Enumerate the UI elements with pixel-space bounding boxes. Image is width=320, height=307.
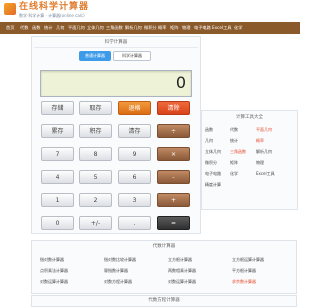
tools-sidebar: 计算工具大全 函数 代数 平面几何 几何 统计 概率 立体几何 三角函数 解析几…	[201, 110, 298, 210]
tab-scientific-calculator[interactable]: 科学计算器	[113, 51, 151, 61]
equals-button[interactable]: =	[157, 216, 190, 230]
digit-2-button[interactable]: 2	[79, 193, 112, 207]
sidebar-link[interactable]: Excel工具	[256, 171, 275, 176]
decimal-point-button[interactable]: .	[118, 216, 151, 230]
digit-7-button[interactable]: 7	[41, 147, 74, 161]
digit-0-button[interactable]: 0	[41, 216, 74, 230]
box-title: 代数方程计算器	[148, 298, 180, 303]
panel-title: 科学计算器	[104, 40, 128, 45]
display-value: 0	[175, 73, 186, 92]
calculator-panel: 科学计算器 普通计算器 科学计算器 0 存储 取存 退格 清除 累存 积存 清存…	[31, 36, 201, 234]
box-title: 代数计算器	[152, 244, 176, 249]
nav-item[interactable]: Excel工具	[212, 22, 231, 34]
nav-item[interactable]: 矩阵	[170, 22, 178, 34]
memory-add-button[interactable]: 累存	[41, 124, 74, 138]
nav-item[interactable]: 微积分	[144, 22, 157, 34]
sidebar-link[interactable]: 立体几何	[205, 149, 221, 154]
calculator-link[interactable]: 幂指数计算器	[104, 268, 128, 273]
nav-item[interactable]: 平面几何	[68, 22, 85, 34]
add-button[interactable]: +	[157, 193, 190, 207]
sidebar-link[interactable]: 平面几何	[256, 127, 272, 132]
divider	[34, 47, 198, 48]
sign-toggle-button[interactable]: +/-	[79, 216, 112, 230]
sidebar-link[interactable]: 物理	[256, 160, 264, 165]
logo-title: 在线科学计算器	[19, 2, 90, 12]
memory-store-button[interactable]: 存储	[41, 101, 74, 115]
sidebar-link[interactable]: 精度计算	[205, 182, 221, 187]
equation-calculators-box: 代数方程计算器	[31, 295, 297, 307]
calculator-link[interactable]: 对数方程计算器	[104, 279, 132, 284]
sidebar-link[interactable]: 统计	[230, 138, 238, 143]
digit-3-button[interactable]: 3	[118, 193, 151, 207]
calculator-link[interactable]: 求余数计算器	[232, 279, 256, 284]
sidebar-link[interactable]: 微积分	[205, 160, 217, 165]
sidebar-link[interactable]: 概率	[256, 138, 264, 143]
sidebar-link[interactable]: 矩阵	[230, 160, 238, 165]
sidebar-link[interactable]: 电子电路	[205, 171, 221, 176]
subtract-button[interactable]: -	[157, 170, 190, 184]
calculator-link[interactable]: 点积乘法计算器	[40, 268, 68, 273]
memory-multiply-button[interactable]: 积存	[79, 124, 112, 138]
calculator-link[interactable]: 指对数比较计算器	[104, 257, 136, 262]
logo-icon	[4, 3, 16, 15]
memory-clear-button[interactable]: 清存	[118, 124, 151, 138]
calculator-link[interactable]: 指对数计算器	[40, 257, 64, 262]
digit-8-button[interactable]: 8	[79, 147, 112, 161]
digit-4-button[interactable]: 4	[41, 170, 74, 184]
calculator-link[interactable]: 立方根运算计算器	[232, 257, 264, 262]
calculator-link[interactable]: 两数相乘计算器	[168, 268, 196, 273]
calculator-link[interactable]: 对数运算计算器	[168, 279, 196, 284]
tab-basic-calculator[interactable]: 普通计算器	[79, 51, 111, 61]
divide-button[interactable]: ÷	[157, 124, 190, 138]
sidebar-link[interactable]: 三角函数	[230, 149, 246, 154]
sidebar-link[interactable]: 函数	[205, 127, 213, 132]
nav-item[interactable]: 代数	[20, 22, 28, 34]
calculator-link[interactable]: 对数运算计算器	[40, 279, 68, 284]
nav-item[interactable]: 几何	[56, 22, 64, 34]
calculator-link[interactable]: 立方根计算器	[168, 257, 192, 262]
nav-item[interactable]: 函数	[32, 22, 40, 34]
calculator-display: 0	[40, 70, 192, 97]
sidebar-link[interactable]: 化学	[230, 171, 238, 176]
digit-5-button[interactable]: 5	[79, 170, 112, 184]
digit-1-button[interactable]: 1	[41, 193, 74, 207]
nav-item[interactable]: 首页	[6, 22, 14, 34]
nav-item[interactable]: 统计	[44, 22, 52, 34]
nav-item[interactable]: 电子电路	[194, 22, 211, 34]
sidebar-link[interactable]: 代数	[230, 127, 238, 132]
logo-subtitle: 数学·科学计算 · 计算器(online calc)	[19, 13, 85, 18]
sidebar-link[interactable]: 几何	[205, 138, 213, 143]
backspace-button[interactable]: 退格	[118, 101, 151, 115]
sidebar-title: 计算工具大全	[236, 115, 263, 120]
digit-6-button[interactable]: 6	[118, 170, 151, 184]
memory-recall-button[interactable]: 取存	[79, 101, 112, 115]
nav-item[interactable]: 解析几何	[125, 22, 142, 34]
algebra-calculators-box: 代数计算器 指对数计算器 指对数比较计算器 立方根计算器 立方根运算计算器 点积…	[31, 240, 297, 294]
nav-item[interactable]: 化学	[234, 22, 242, 34]
sidebar-link[interactable]: 解析几何	[256, 149, 272, 154]
multiply-button[interactable]: ×	[157, 147, 190, 161]
digit-9-button[interactable]: 9	[118, 147, 151, 161]
nav-item[interactable]: 概率	[158, 22, 166, 34]
main-nav: 首页 代数 函数 统计 几何 平面几何 立体几何 三角函数 解析几何 微积分 概…	[0, 22, 300, 34]
nav-item[interactable]: 立体几何	[87, 22, 104, 34]
clear-button[interactable]: 清除	[157, 101, 190, 115]
site-header: 在线科学计算器 数学·科学计算 · 计算器(online calc)	[0, 0, 300, 22]
nav-item[interactable]: 三角函数	[106, 22, 123, 34]
calculator-link[interactable]: 平方根计算器	[232, 268, 256, 273]
nav-item[interactable]: 物理	[182, 22, 190, 34]
